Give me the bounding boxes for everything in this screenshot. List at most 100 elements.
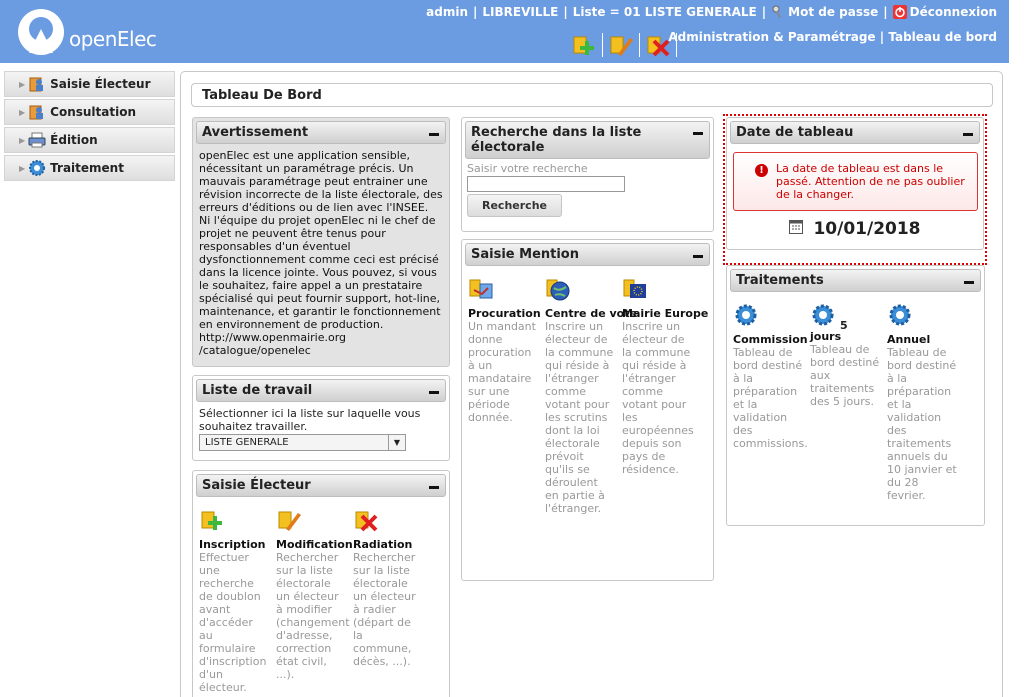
user-bar: admin | LIBREVILLE | Liste = 01 LISTE GE… xyxy=(426,5,997,19)
widget-title: Traitements xyxy=(736,273,824,288)
collapse-icon[interactable] xyxy=(963,132,973,136)
dropdown-arrow-icon: ▼ xyxy=(388,435,405,450)
widget-traitements: Traitements Commission Tableau de bord d… xyxy=(726,265,985,526)
people-icon xyxy=(29,105,44,120)
tile-name-extra: 5 xyxy=(840,319,848,332)
tile-description: Tableau de bord destiné aux traitements … xyxy=(810,343,880,408)
liste-selected-value: LISTE GENERALE xyxy=(205,437,289,448)
admin-link[interactable]: Administration & Paramétrage xyxy=(668,30,875,44)
key-icon xyxy=(772,5,782,18)
widget-title: Avertissement xyxy=(202,125,309,140)
printer-icon xyxy=(28,132,46,148)
city-name[interactable]: LIBREVILLE xyxy=(482,5,558,19)
widget-date-tableau: Date de tableau ! La date de tableau est… xyxy=(723,114,987,265)
tableau-date[interactable]: 10/01/2018 xyxy=(813,219,920,239)
expand-arrow-icon: ▶ xyxy=(19,163,26,173)
expand-arrow-icon: ▶ xyxy=(19,79,26,89)
collapse-icon[interactable] xyxy=(429,485,439,489)
search-button[interactable]: Recherche xyxy=(467,194,562,217)
widget-saisie-electeur: Saisie Électeur Inscription Effectuer un… xyxy=(192,470,450,697)
search-label: Saisir votre recherche xyxy=(467,162,588,175)
tile-name: Commission xyxy=(733,333,808,346)
main-content: Tableau De Bord Avertissement openElec e… xyxy=(180,71,1003,697)
tile-name: Mairie Europe xyxy=(622,307,709,320)
menu-item-edition[interactable]: ▶ Édition xyxy=(4,127,175,153)
edit-elector-button[interactable] xyxy=(607,31,635,59)
tile-name: Procuration xyxy=(468,307,541,320)
tile-modification[interactable]: Modification Rechercher sur la liste éle… xyxy=(276,507,353,694)
europe-flag-icon xyxy=(623,279,646,298)
alert-message: La date de tableau est dans le passé. At… xyxy=(776,162,965,201)
collapse-icon[interactable] xyxy=(693,132,703,135)
edit-icon xyxy=(610,36,633,56)
handshake-icon xyxy=(469,279,493,299)
tile-mairie-europe[interactable]: Mairie Europe Inscrire un électeur de la… xyxy=(622,276,709,515)
calendar-icon xyxy=(789,219,804,234)
widget-recherche: Recherche dans la liste électorale Saisi… xyxy=(461,117,714,232)
menu-item-traitement[interactable]: ▶ Traitement xyxy=(4,155,175,181)
power-icon xyxy=(892,5,907,19)
collapse-icon[interactable] xyxy=(429,390,439,394)
delete-icon xyxy=(647,36,670,57)
tile-commission[interactable]: Commission Tableau de bord destiné à la … xyxy=(733,302,810,502)
widget-title: Date de tableau xyxy=(736,125,854,140)
tile-name: Radiation xyxy=(353,538,413,551)
widget-title: Liste de travail xyxy=(202,383,313,398)
tile-name: Annuel xyxy=(887,333,931,346)
tile-name: Inscription xyxy=(199,538,266,551)
collapse-icon[interactable] xyxy=(964,280,974,284)
tile-centre-de-vote[interactable]: Centre de vote Inscrire un électeur de l… xyxy=(545,276,637,515)
left-menu: ▶ Saisie Électeur ▶ Consultation ▶ Éditi… xyxy=(4,71,175,183)
people-icon xyxy=(29,77,44,92)
header: openElec admin | LIBREVILLE | Liste = 01… xyxy=(0,0,1009,63)
widget-saisie-mention: Saisie Mention Procuration Un mandant do… xyxy=(461,239,714,581)
app-name: openElec xyxy=(69,27,157,51)
collapse-icon[interactable] xyxy=(693,254,703,258)
openelec-logo-icon xyxy=(18,9,64,55)
tile-description: Rechercher sur la liste électorale un él… xyxy=(353,551,416,668)
tile-name: jours xyxy=(810,330,842,343)
logout-link[interactable]: Déconnexion xyxy=(910,5,997,19)
gears-icon xyxy=(29,160,46,176)
widget-header: Liste de travail xyxy=(196,379,446,402)
liste-select[interactable]: LISTE GENERALE ▼ xyxy=(199,434,406,451)
widget-title: Saisie Électeur xyxy=(202,478,311,493)
widget-header: Saisie Électeur xyxy=(196,474,446,497)
liste-help-text: Sélectionner ici la liste sur laquelle v… xyxy=(199,407,421,433)
password-link[interactable]: Mot de passe xyxy=(788,5,878,19)
dashboard-link[interactable]: Tableau de bord xyxy=(888,30,997,44)
date-alert: ! La date de tableau est dans le passé. … xyxy=(733,152,978,211)
shortcut-toolbar xyxy=(570,31,681,59)
search-input[interactable] xyxy=(467,176,625,192)
current-list[interactable]: Liste = 01 LISTE GENERALE xyxy=(573,5,757,19)
tile-description: Un mandant donne procuration à un mandat… xyxy=(468,320,536,424)
tile-inscription[interactable]: Inscription Effectuer une recherche de d… xyxy=(199,507,276,694)
widget-header: Date de tableau xyxy=(730,121,980,144)
gear-icon xyxy=(735,304,757,326)
widget-liste-travail: Liste de travail Sélectionner ici la lis… xyxy=(192,375,450,461)
expand-arrow-icon: ▶ xyxy=(19,107,26,117)
widget-header: Recherche dans la liste électorale xyxy=(465,121,710,159)
gear-icon xyxy=(812,304,834,326)
tile-procuration[interactable]: Procuration Un mandant donne procuration… xyxy=(468,276,545,515)
tile-5-jours[interactable]: 5 jours Tableau de bord destiné aux trai… xyxy=(810,302,887,502)
admin-links: Administration & Paramétrage | Tableau d… xyxy=(668,30,997,44)
page-title: Tableau De Bord xyxy=(191,83,993,107)
menu-item-consultation[interactable]: ▶ Consultation xyxy=(4,99,175,125)
tile-description: Tableau de bord destiné à la préparation… xyxy=(887,346,957,502)
menu-item-saisie-electeur[interactable]: ▶ Saisie Électeur xyxy=(4,71,175,97)
user-name[interactable]: admin xyxy=(426,5,468,19)
tile-radiation[interactable]: Radiation Rechercher sur la liste électo… xyxy=(353,507,430,694)
widget-avertissement: Avertissement openElec est une applicati… xyxy=(192,117,450,367)
widget-title: Saisie Mention xyxy=(471,247,579,262)
tile-description: Inscrire un électeur de la commune qui r… xyxy=(622,320,694,476)
tile-name: Centre de vote xyxy=(545,307,637,320)
tile-annuel[interactable]: Annuel Tableau de bord destiné à la prép… xyxy=(887,302,964,502)
widget-title: Recherche dans la liste électorale xyxy=(471,125,642,155)
add-elector-button[interactable] xyxy=(570,31,598,59)
tile-name: Modification xyxy=(276,538,353,551)
tile-description: Inscrire un électeur de la commune qui r… xyxy=(545,320,614,515)
collapse-icon[interactable] xyxy=(429,132,439,136)
globe-icon xyxy=(546,279,570,301)
expand-arrow-icon: ▶ xyxy=(19,135,26,145)
